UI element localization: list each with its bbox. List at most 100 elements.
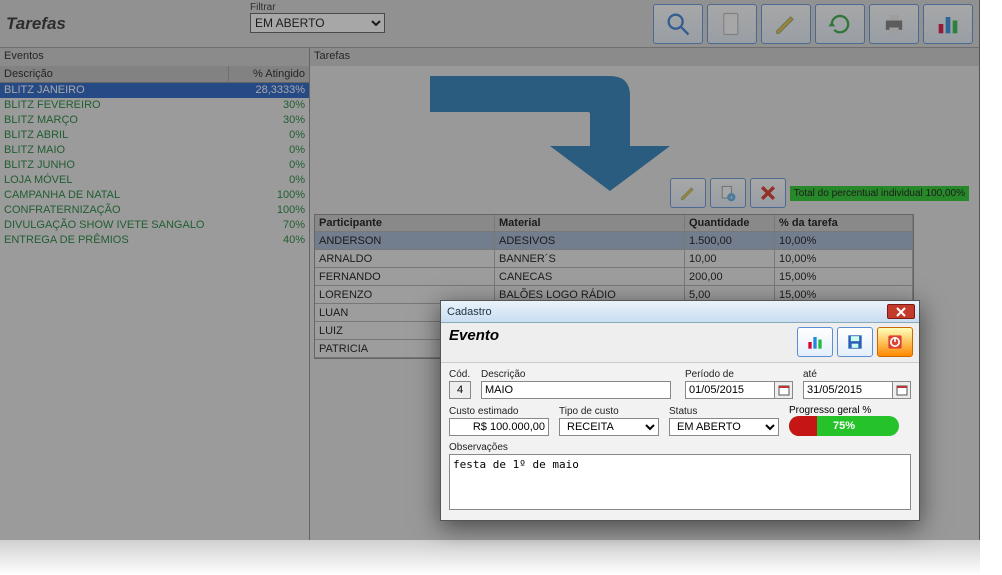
task-edit-button[interactable] [670, 178, 706, 208]
descricao-label: Descrição [481, 369, 675, 380]
event-pct: 0% [229, 128, 309, 143]
table-row[interactable]: ARNALDOBANNER´S10,0010,00% [315, 250, 913, 268]
total-badge: Total do percentual individual 100,00% [790, 186, 969, 201]
new-button[interactable] [707, 4, 757, 44]
refresh-button[interactable] [815, 4, 865, 44]
ate-label: até [803, 369, 911, 380]
table-row[interactable]: FERNANDOCANECAS200,0015,00% [315, 268, 913, 286]
descricao-input[interactable] [481, 381, 671, 399]
event-row[interactable]: BLITZ MAIO0% [0, 143, 309, 158]
dialog-titlebar[interactable]: Cadastro [441, 301, 919, 323]
cod-value: 4 [449, 381, 471, 399]
dialog-save-button[interactable] [837, 327, 873, 357]
event-row[interactable]: LOJA MÓVEL0% [0, 173, 309, 188]
periodo-de-input[interactable] [685, 381, 775, 399]
dialog-toolbar [797, 327, 913, 357]
progresso-label: Progresso geral % [789, 405, 899, 416]
event-row[interactable]: BLITZ JANEIRO28,3333% [0, 83, 309, 98]
search-button[interactable] [653, 4, 703, 44]
tipo-select[interactable]: RECEITA [559, 418, 659, 436]
event-desc: DIVULGAÇÃO SHOW IVETE SANGALO [0, 218, 229, 233]
table-row[interactable]: ANDERSONADESIVOS1.500,0010,00% [315, 232, 913, 250]
event-desc: BLITZ JUNHO [0, 158, 229, 173]
filter-block: Filtrar EM ABERTO [250, 2, 385, 33]
event-desc: BLITZ ABRIL [0, 128, 229, 143]
event-pct: 100% [229, 188, 309, 203]
cadastro-dialog: Cadastro Evento Cód. 4 Descrição [440, 300, 920, 521]
event-pct: 70% [229, 218, 309, 233]
event-pct: 30% [229, 113, 309, 128]
calendar-icon[interactable] [775, 381, 793, 399]
events-list[interactable]: BLITZ JANEIRO28,3333%BLITZ FEVEREIRO30%B… [0, 83, 309, 540]
event-row[interactable]: BLITZ FEVEREIRO30% [0, 98, 309, 113]
cell-participante: ARNALDO [315, 250, 495, 268]
col-pct-tarefa[interactable]: % da tarefa [775, 215, 913, 232]
filter-select[interactable]: EM ABERTO [250, 13, 385, 33]
power-icon [885, 332, 905, 352]
events-col-pct[interactable]: % Atingido [229, 66, 309, 82]
chart-button[interactable] [923, 4, 973, 44]
event-desc: BLITZ MAIO [0, 143, 229, 158]
field-progresso: Progresso geral % 75% [789, 405, 899, 436]
event-desc: ENTREGA DE PRÊMIOS [0, 233, 229, 248]
cell-quantidade: 1.500,00 [685, 232, 775, 250]
event-row[interactable]: ENTREGA DE PRÊMIOS40% [0, 233, 309, 248]
print-button[interactable] [869, 4, 919, 44]
obs-textarea[interactable]: festa de 1º de maio [449, 454, 911, 510]
dialog-close-button[interactable] [887, 304, 915, 319]
events-col-descricao[interactable]: Descrição [0, 66, 229, 82]
dialog-chart-button[interactable] [797, 327, 833, 357]
event-row[interactable]: BLITZ JUNHO0% [0, 158, 309, 173]
event-pct: 40% [229, 233, 309, 248]
event-row[interactable]: BLITZ MARÇO30% [0, 113, 309, 128]
task-delete-button[interactable] [750, 178, 786, 208]
edit-button[interactable] [761, 4, 811, 44]
ate-input[interactable] [803, 381, 893, 399]
event-pct: 0% [229, 143, 309, 158]
section-eventos-label: Eventos [0, 48, 310, 66]
cell-participante: ANDERSON [315, 232, 495, 250]
calendar-icon[interactable] [893, 381, 911, 399]
floppy-icon [845, 332, 865, 352]
col-material[interactable]: Material [495, 215, 685, 232]
cell-quantidade: 10,00 [685, 250, 775, 268]
bar-chart-icon [805, 332, 825, 352]
cell-material: ADESIVOS [495, 232, 685, 250]
custo-input[interactable] [449, 418, 549, 436]
filter-label: Filtrar [250, 2, 385, 13]
cell-material: BANNER´S [495, 250, 685, 268]
event-row[interactable]: CAMPANHA DE NATAL100% [0, 188, 309, 203]
field-cod: Cód. 4 [449, 369, 471, 399]
event-desc: BLITZ MARÇO [0, 113, 229, 128]
search-icon [664, 10, 692, 38]
cell-participante: FERNANDO [315, 268, 495, 286]
pencil-icon [678, 183, 698, 203]
col-quantidade[interactable]: Quantidade [685, 215, 775, 232]
bar-chart-icon [934, 10, 962, 38]
event-row[interactable]: BLITZ ABRIL0% [0, 128, 309, 143]
obs-label: Observações [449, 442, 911, 453]
x-icon [758, 183, 778, 203]
status-select[interactable]: EM ABERTO [669, 418, 779, 436]
section-tarefas-label: Tarefas [310, 48, 979, 66]
cell-pct: 10,00% [775, 232, 913, 250]
page-plus-icon: + [718, 183, 738, 203]
event-pct: 0% [229, 158, 309, 173]
event-desc: BLITZ FEVEREIRO [0, 98, 229, 113]
progress-value: 75% [789, 416, 899, 436]
task-copy-button[interactable]: + [710, 178, 746, 208]
event-desc: BLITZ JANEIRO [0, 83, 229, 98]
events-panel: Descrição % Atingido BLITZ JANEIRO28,333… [0, 66, 310, 540]
dialog-power-button[interactable] [877, 327, 913, 357]
reflection [0, 540, 980, 575]
tasks-toolbar: + Total do percentual individual 100,00% [670, 178, 969, 208]
event-row[interactable]: DIVULGAÇÃO SHOW IVETE SANGALO70% [0, 218, 309, 233]
field-ate: até [803, 369, 911, 399]
col-participante[interactable]: Participante [315, 215, 495, 232]
event-row[interactable]: CONFRATERNIZAÇÃO100% [0, 203, 309, 218]
event-pct: 100% [229, 203, 309, 218]
dialog-subheader: Evento [441, 323, 919, 363]
main-toolbar [653, 4, 973, 44]
page-title: Tarefas [6, 14, 66, 34]
field-observacoes: Observações festa de 1º de maio [449, 442, 911, 510]
